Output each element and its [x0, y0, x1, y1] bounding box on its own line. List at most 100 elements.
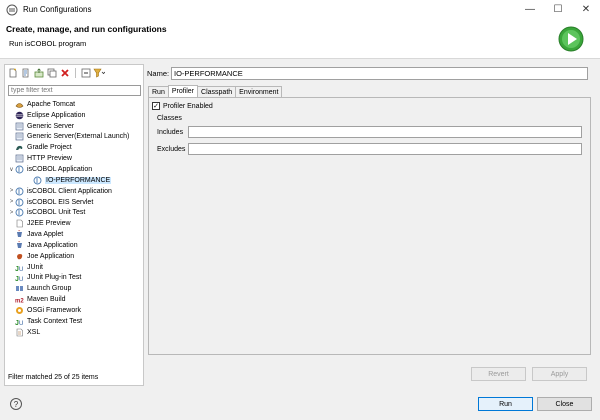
tree-node[interactable]: Joe Application [5, 251, 143, 262]
toolbar-separator [75, 67, 76, 78]
tree-node-label: isCOBOL Unit Test [27, 209, 86, 217]
junit-icon: JU [15, 263, 24, 272]
expand-arrow-icon[interactable]: > [8, 188, 15, 194]
java-icon [15, 241, 24, 250]
new-prototype-button[interactable] [20, 67, 32, 79]
iscobol-icon [15, 198, 24, 207]
title-bar: Run Configurations — ☐ ✕ [0, 0, 600, 19]
tree-node-label: Java Applet [27, 231, 64, 239]
launch-group-icon [15, 284, 24, 293]
tree-node[interactable]: J U JUnit Plug-in Test [5, 273, 143, 284]
tree-node[interactable]: XSL [5, 327, 143, 338]
maximize-button[interactable]: ☐ [544, 0, 572, 19]
tree-node[interactable]: > isCOBOL EIS Servlet [5, 197, 143, 208]
tree-node-label: Eclipse Application [27, 111, 86, 119]
filter-status: Filter matched 25 of 25 items [8, 374, 99, 381]
run-button[interactable]: Run [478, 397, 533, 411]
help-icon[interactable]: ? [10, 398, 22, 410]
expand-arrow-icon[interactable]: > [8, 199, 15, 205]
profiler-enabled-label: Profiler Enabled [163, 102, 213, 110]
profiler-enabled-checkbox[interactable]: ✓ [152, 102, 160, 110]
excludes-input[interactable] [188, 143, 582, 155]
tree-node[interactable]: J2EE Preview [5, 218, 143, 229]
tree-node[interactable]: m2 Maven Build [5, 294, 143, 305]
new-file-icon [9, 68, 17, 77]
name-label: Name: [147, 69, 170, 78]
junit-icon: JU [15, 317, 24, 326]
minimize-button[interactable]: — [516, 0, 544, 19]
expand-arrow-icon[interactable]: > [8, 210, 15, 216]
tree-node[interactable]: Gradle Project [5, 142, 143, 153]
tree-node[interactable]: Generic Server(External Launch) [5, 132, 143, 143]
tree-node-label: Apache Tomcat [27, 100, 76, 108]
tree-node-label: Generic Server(External Launch) [27, 133, 130, 141]
tree-node[interactable]: > isCOBOL Unit Test [5, 207, 143, 218]
configuration-tree: Apache Tomcat Eclipse Application Generic … [5, 99, 143, 338]
tree-node-label: Task Context Test [27, 317, 83, 325]
run-banner-icon [558, 26, 584, 52]
classes-group: Classes Includes Excludes [153, 115, 585, 160]
tree-node[interactable]: OSGi Framework [5, 305, 143, 316]
new-configuration-button[interactable] [7, 67, 19, 79]
svg-text:U: U [19, 277, 23, 282]
tree-node-label: Joe Application [27, 252, 75, 260]
maven-icon: m2 [15, 295, 24, 305]
collapse-arrow-icon[interactable]: ∨ [8, 166, 15, 173]
revert-button[interactable]: Revert [471, 367, 526, 381]
collapse-all-button[interactable] [80, 67, 92, 79]
joe-icon [15, 252, 24, 261]
tree-node[interactable]: J U Task Context Test [5, 316, 143, 327]
tree-node[interactable]: Java Application [5, 240, 143, 251]
tab-classpath[interactable]: Classpath [197, 86, 237, 97]
export-icon [34, 67, 44, 77]
tree-node-label: OSGi Framework [27, 306, 82, 314]
server-icon [15, 122, 24, 131]
tree-node[interactable]: Java Applet [5, 229, 143, 240]
filter-menu-button[interactable] [93, 67, 105, 79]
delete-button[interactable] [59, 67, 71, 79]
excludes-label: Excludes [157, 145, 186, 153]
dialog-footer: ? Run Close [0, 386, 600, 420]
tree-node[interactable]: J U JUnit [5, 262, 143, 273]
java-icon [15, 230, 24, 239]
close-button[interactable]: Close [537, 397, 592, 411]
close-window-button[interactable]: ✕ [572, 0, 600, 19]
iscobol-icon [33, 176, 42, 185]
collapse-all-icon [81, 68, 91, 77]
includes-input[interactable] [188, 126, 582, 138]
tree-node[interactable]: ∨ isCOBOL Application [5, 164, 143, 175]
tree-node-label: isCOBOL EIS Servlet [27, 198, 94, 206]
filter-input[interactable] [8, 85, 141, 96]
tree-node[interactable]: > isCOBOL Client Application [5, 186, 143, 197]
configuration-editor-pane: Name: RunProfilerClasspathEnvironment ✓ … [147, 64, 594, 386]
junit-icon: JU [15, 273, 24, 282]
osgi-icon [15, 306, 24, 315]
tree-node[interactable]: HTTP Preview [5, 153, 143, 164]
tomcat-icon [15, 100, 24, 109]
name-input[interactable] [171, 67, 588, 80]
iscobol-icon [15, 208, 24, 217]
eclipse-app-icon [6, 4, 18, 15]
export-button[interactable] [33, 67, 45, 79]
tree-node-label: XSL [27, 328, 41, 336]
tree-node-label: isCOBOL Application [27, 165, 93, 173]
svg-text:U: U [19, 321, 23, 326]
config-tabs: Run Profiler Classpath Environment [148, 85, 283, 97]
tree-node-label: isCOBOL Client Application [27, 187, 112, 195]
tree-node[interactable]: Launch Group [5, 283, 143, 294]
tree-node[interactable]: Generic Server [5, 121, 143, 132]
duplicate-button[interactable] [46, 67, 58, 79]
tree-node[interactable]: Eclipse Application [5, 110, 143, 121]
tab-environment[interactable]: Environment [235, 86, 283, 97]
iscobol-icon [15, 165, 24, 174]
prototype-icon [22, 68, 29, 77]
tab-profiler[interactable]: Profiler [167, 85, 199, 97]
configuration-list-pane: Apache Tomcat Eclipse Application Generic … [4, 64, 144, 386]
tree-node[interactable]: IO-PERFORMANCE [5, 175, 143, 186]
svg-text:U: U [19, 267, 23, 272]
header-title: Create, manage, and run configurations [6, 24, 167, 34]
tab-run[interactable]: Run [148, 86, 169, 97]
apply-button[interactable]: Apply [532, 367, 587, 381]
tree-node[interactable]: Apache Tomcat [5, 99, 143, 110]
filter-icon [93, 68, 105, 77]
